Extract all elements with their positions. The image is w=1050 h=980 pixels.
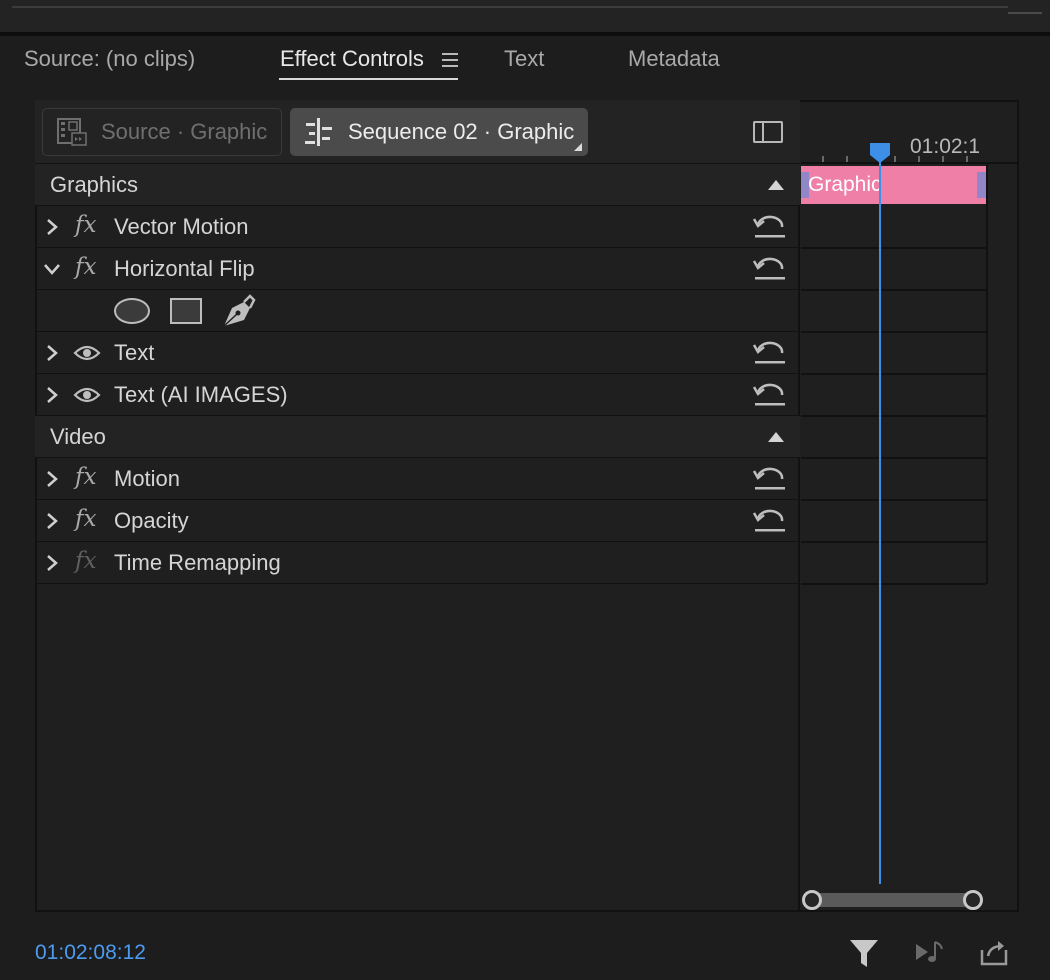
source-clip-label: Source · Graphic [101, 119, 268, 144]
chevron-right-icon[interactable] [44, 386, 60, 404]
effect-label: Motion [114, 466, 181, 491]
section-header-graphics[interactable]: Graphics [35, 164, 800, 206]
fx-toggle-icon[interactable]: fx [75, 212, 96, 238]
ruler-tick [846, 156, 848, 162]
ruler-tick [918, 156, 920, 162]
section-label: Graphics [50, 172, 139, 197]
chevron-right-icon[interactable] [44, 554, 60, 572]
tab-source[interactable]: Source: (no clips) [24, 46, 195, 72]
tab-text[interactable]: Text [504, 46, 544, 72]
chevron-right-icon[interactable] [44, 344, 60, 362]
tab-effect-controls[interactable]: Effect Controls [280, 46, 424, 72]
ruler-tick [822, 156, 824, 162]
reset-icon[interactable] [752, 339, 788, 367]
timeline-row-divider [801, 289, 986, 291]
filter-icon[interactable] [847, 936, 881, 970]
eye-icon[interactable] [73, 385, 101, 405]
timeline-end-edge [986, 164, 988, 584]
pen-mask-icon[interactable] [220, 294, 256, 328]
dropdown-corner-icon [574, 143, 582, 151]
panel-menu-icon[interactable] [442, 53, 458, 67]
ruler-tick [894, 156, 896, 162]
top-panel-border [12, 6, 1008, 8]
ellipse-mask-icon[interactable] [114, 298, 150, 324]
effect-row-vector-motion[interactable]: fx Vector Motion [35, 206, 800, 248]
sequence-icon [305, 118, 332, 146]
clip-end-handle[interactable] [977, 172, 986, 198]
rectangle-mask-icon[interactable] [170, 298, 202, 324]
timeline-row-divider [801, 499, 986, 501]
effect-label: Vector Motion [114, 214, 249, 239]
reset-icon[interactable] [752, 213, 788, 241]
section-header-video[interactable]: Video [35, 416, 800, 458]
ruler-timecode: 01:02:1 [910, 135, 981, 158]
timeline-row-divider [801, 331, 986, 333]
reset-icon[interactable] [752, 255, 788, 283]
sequence-clip-label: Sequence 02 · Graphic [348, 119, 575, 144]
effect-label: Text [114, 340, 155, 365]
zoom-scrollbar-end-handle[interactable] [963, 890, 983, 910]
collapse-triangle-icon[interactable] [768, 180, 784, 190]
film-strip-icon [57, 118, 87, 146]
playhead-line[interactable] [879, 162, 881, 884]
timeline-row-divider [801, 457, 986, 459]
sequence-clip-button[interactable]: Sequence 02 · Graphic [290, 108, 588, 156]
collapse-triangle-icon[interactable] [768, 432, 784, 442]
fx-toggle-icon[interactable]: fx [75, 254, 96, 280]
timeline-row-divider [801, 541, 986, 543]
ruler-tick [966, 156, 968, 162]
effect-row-opacity[interactable]: fx Opacity [35, 500, 800, 542]
zoom-scrollbar[interactable] [810, 893, 974, 907]
chevron-right-icon[interactable] [44, 218, 60, 236]
fx-toggle-icon[interactable]: fx [75, 464, 96, 490]
active-tab-underline [279, 78, 458, 80]
playhead-handle-icon[interactable] [869, 142, 891, 164]
chevron-right-icon[interactable] [44, 470, 60, 488]
fx-toggle-icon[interactable]: fx [75, 506, 96, 532]
timeline-row-divider [801, 583, 986, 585]
timeline-row-divider [801, 373, 986, 375]
zoom-scrollbar-start-handle[interactable] [802, 890, 822, 910]
effect-label: Text (AI IMAGES) [114, 382, 288, 407]
chevron-right-icon[interactable] [44, 512, 60, 530]
tab-metadata[interactable]: Metadata [628, 46, 720, 72]
section-label: Video [50, 424, 106, 449]
reset-icon[interactable] [752, 465, 788, 493]
source-clip-button[interactable]: Source · Graphic [42, 108, 282, 156]
top-panel-divider [1008, 12, 1042, 14]
effect-row-motion[interactable]: fx Motion [35, 458, 800, 500]
effect-row-horizontal-flip[interactable]: fx Horizontal Flip [35, 248, 800, 290]
effect-label: Horizontal Flip [114, 256, 255, 281]
effect-row-text[interactable]: Text [35, 332, 800, 374]
mask-tools-row [35, 290, 800, 332]
eye-icon[interactable] [73, 343, 101, 363]
effect-label: Opacity [114, 508, 189, 533]
reset-icon[interactable] [752, 507, 788, 535]
show-timeline-toggle-icon[interactable] [753, 121, 783, 143]
ruler-tick [942, 156, 944, 162]
clip-label: Graphic [808, 173, 882, 196]
clip-selector-bar: Source · Graphic Sequence 02 · Graphic [35, 100, 800, 164]
reset-icon[interactable] [752, 381, 788, 409]
panel-tab-bar: Source: (no clips) Effect Controls Text … [0, 40, 1050, 90]
timeline-row-divider [801, 415, 986, 417]
current-timecode[interactable]: 01:02:08:12 [35, 941, 146, 965]
effect-row-time-remapping[interactable]: fx Time Remapping [35, 542, 800, 584]
chevron-down-icon[interactable] [44, 260, 60, 278]
play-audio-icon[interactable] [913, 936, 947, 970]
export-icon[interactable] [978, 936, 1012, 970]
effect-label: Time Remapping [114, 550, 281, 575]
top-panel-strip [0, 0, 1050, 36]
graphic-clip[interactable]: Graphic [801, 166, 986, 204]
timeline-row-divider [801, 247, 986, 249]
fx-toggle-icon: fx [75, 548, 97, 574]
effect-row-text-ai-images[interactable]: Text (AI IMAGES) [35, 374, 800, 416]
